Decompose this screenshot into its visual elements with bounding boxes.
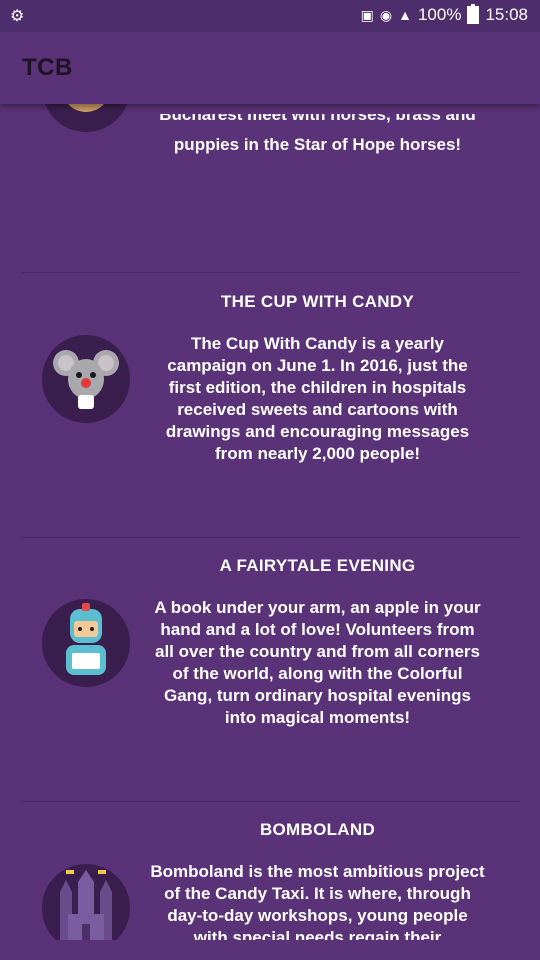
castle-avatar xyxy=(42,864,130,940)
divider xyxy=(22,801,520,802)
status-bar: ⚙ ▣ ◉ ▲ 100% 15:08 xyxy=(0,0,540,32)
mouse-avatar xyxy=(42,335,130,423)
item-body: puppies in the Star of Hope horses! xyxy=(173,135,462,154)
content-list[interactable]: Bucharest meet with horses, brass and pu… xyxy=(0,104,540,940)
divider xyxy=(22,272,520,273)
item-body: Bomboland is the most ambitious project … xyxy=(150,862,485,940)
clock: 15:08 xyxy=(485,5,528,24)
item-body: The Cup With Candy is a yearly campaign … xyxy=(165,334,470,463)
dog-avatar xyxy=(42,104,130,132)
usb-icon: ⚙ xyxy=(10,8,25,25)
item-body-line: Bucharest meet with horses, brass and xyxy=(159,114,476,124)
item-body-cut: Bucharest meet with horses, brass and xyxy=(150,114,485,134)
nfc-icon: ▣ xyxy=(360,7,374,23)
wifi-icon: ◉ xyxy=(379,7,393,23)
bottom-strip xyxy=(0,940,540,960)
item-title-fairytale-evening: A FAIRYTALE EVENING xyxy=(219,556,416,575)
knight-avatar xyxy=(42,599,130,687)
app-title: TCB xyxy=(22,54,73,81)
battery-icon xyxy=(467,4,480,24)
item-title-bomboland: BOMBOLAND xyxy=(259,820,376,839)
battery-percent: 100% xyxy=(417,5,462,24)
app-bar: TCB xyxy=(0,32,540,104)
divider xyxy=(22,537,520,538)
status-icons: ▣ ◉ ▲ 100% 15:08 xyxy=(360,4,528,25)
signal-icon: ▲ xyxy=(398,7,412,23)
item-title-cup-with-candy: THE CUP WITH CANDY xyxy=(220,292,415,311)
item-body: A book under your arm, an apple in your … xyxy=(154,598,481,727)
